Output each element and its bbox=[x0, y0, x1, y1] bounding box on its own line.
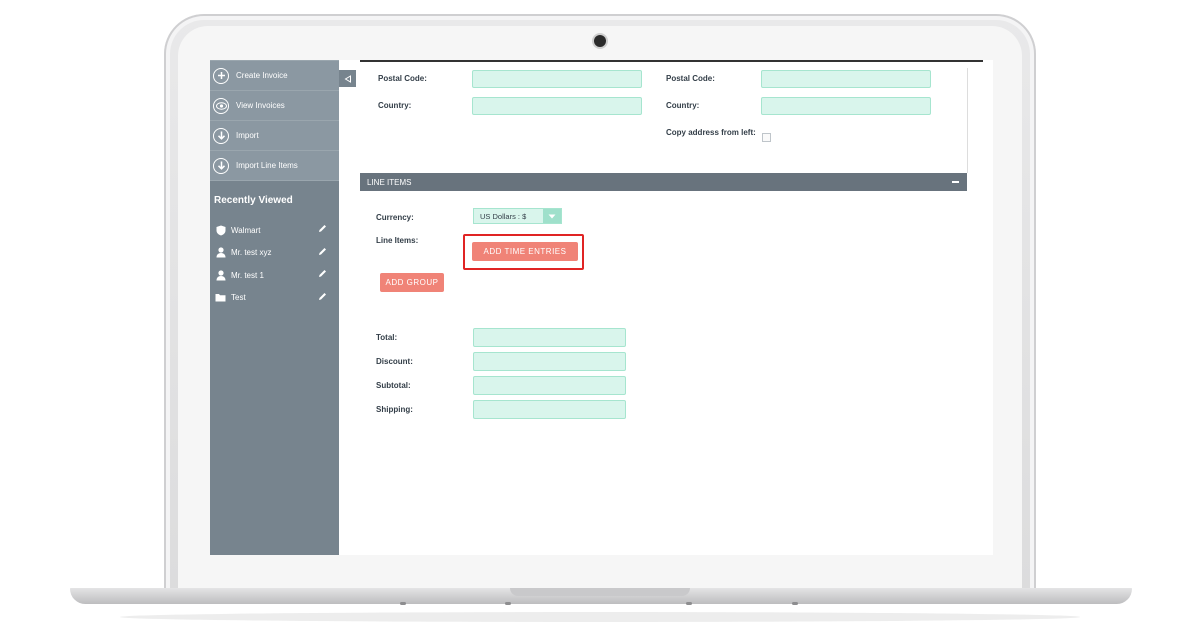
copy-address-checkbox[interactable] bbox=[762, 133, 771, 142]
discount-label: Discount: bbox=[376, 357, 413, 366]
recent-item-label: Mr. test 1 bbox=[231, 270, 264, 280]
laptop-foot bbox=[686, 602, 692, 605]
pencil-icon[interactable] bbox=[318, 269, 328, 279]
chevron-down-icon bbox=[543, 209, 561, 223]
download-icon bbox=[213, 127, 229, 144]
shipping-label: Shipping: bbox=[376, 405, 413, 414]
sidebar-collapse-button[interactable] bbox=[339, 70, 356, 87]
shipping-postal-code-label: Postal Code: bbox=[666, 74, 715, 83]
currency-label: Currency: bbox=[376, 213, 414, 222]
laptop-foot bbox=[400, 602, 406, 605]
currency-value: US Dollars : $ bbox=[480, 211, 527, 221]
total-label: Total: bbox=[376, 333, 398, 342]
laptop-foot bbox=[505, 602, 511, 605]
line-items-panel-header[interactable]: LINE ITEMS bbox=[360, 173, 967, 191]
shipping-postal-code-input[interactable] bbox=[761, 70, 931, 88]
recent-item-test[interactable]: Test bbox=[210, 287, 339, 310]
content-top-border bbox=[360, 60, 983, 62]
sidebar-action-label: Import bbox=[236, 131, 259, 140]
recent-item-mr-test-1[interactable]: Mr. test 1 bbox=[210, 264, 339, 287]
eye-icon bbox=[213, 97, 229, 114]
triangle-left-icon bbox=[344, 70, 352, 88]
add-group-button[interactable]: ADD GROUP bbox=[380, 273, 444, 292]
pencil-icon[interactable] bbox=[318, 247, 328, 257]
subtotal-label: Subtotal: bbox=[376, 381, 411, 390]
sidebar-action-label: Import Line Items bbox=[236, 161, 298, 170]
pencil-icon[interactable] bbox=[318, 224, 328, 234]
add-time-entries-button[interactable]: ADD TIME ENTRIES bbox=[472, 242, 578, 261]
subtotal-input[interactable] bbox=[473, 376, 626, 395]
recent-item-walmart[interactable]: Walmart bbox=[210, 219, 339, 242]
person-icon bbox=[215, 270, 226, 281]
pencil-icon[interactable] bbox=[318, 292, 328, 302]
download-icon bbox=[213, 157, 229, 174]
shield-icon bbox=[215, 225, 226, 236]
plus-icon bbox=[213, 67, 229, 84]
laptop-shadow bbox=[120, 612, 1080, 622]
sidebar-action-label: View Invoices bbox=[236, 101, 285, 110]
postal-code-label: Postal Code: bbox=[378, 74, 427, 83]
total-input[interactable] bbox=[473, 328, 626, 347]
shipping-input[interactable] bbox=[473, 400, 626, 419]
recently-viewed-title: Recently Viewed bbox=[214, 195, 293, 206]
currency-select[interactable]: US Dollars : $ bbox=[473, 208, 562, 224]
discount-input[interactable] bbox=[473, 352, 626, 371]
line-items-label: Line Items: bbox=[376, 236, 419, 245]
shipping-country-label: Country: bbox=[666, 101, 700, 110]
folder-icon bbox=[215, 292, 226, 303]
shipping-country-input[interactable] bbox=[761, 97, 931, 115]
sidebar-actions: Create Invoice View Invoices Import Impo… bbox=[210, 60, 339, 181]
sidebar-action-view-invoices[interactable]: View Invoices bbox=[210, 91, 339, 121]
country-input[interactable] bbox=[472, 97, 642, 115]
postal-code-input[interactable] bbox=[472, 70, 642, 88]
laptop-notch bbox=[510, 588, 690, 596]
recent-item-label: Mr. test xyz bbox=[231, 248, 272, 258]
recent-item-label: Walmart bbox=[231, 225, 261, 235]
sidebar-action-import[interactable]: Import bbox=[210, 121, 339, 151]
laptop-foot bbox=[792, 602, 798, 605]
recent-item-label: Test bbox=[231, 293, 246, 303]
copy-address-label: Copy address from left: bbox=[666, 128, 756, 137]
recent-item-mr-test-xyz[interactable]: Mr. test xyz bbox=[210, 242, 339, 265]
camera-icon bbox=[594, 35, 606, 47]
sidebar-action-create-invoice[interactable]: Create Invoice bbox=[210, 60, 339, 91]
screen: Create Invoice View Invoices Import Impo… bbox=[210, 60, 993, 555]
sidebar-action-label: Create Invoice bbox=[236, 71, 288, 80]
minus-icon[interactable] bbox=[952, 181, 959, 183]
scroll-divider bbox=[967, 68, 968, 173]
country-label: Country: bbox=[378, 101, 412, 110]
sidebar-action-import-line-items[interactable]: Import Line Items bbox=[210, 151, 339, 181]
sidebar: Create Invoice View Invoices Import Impo… bbox=[210, 60, 339, 555]
person-icon bbox=[215, 247, 226, 258]
panel-title: LINE ITEMS bbox=[367, 177, 412, 187]
